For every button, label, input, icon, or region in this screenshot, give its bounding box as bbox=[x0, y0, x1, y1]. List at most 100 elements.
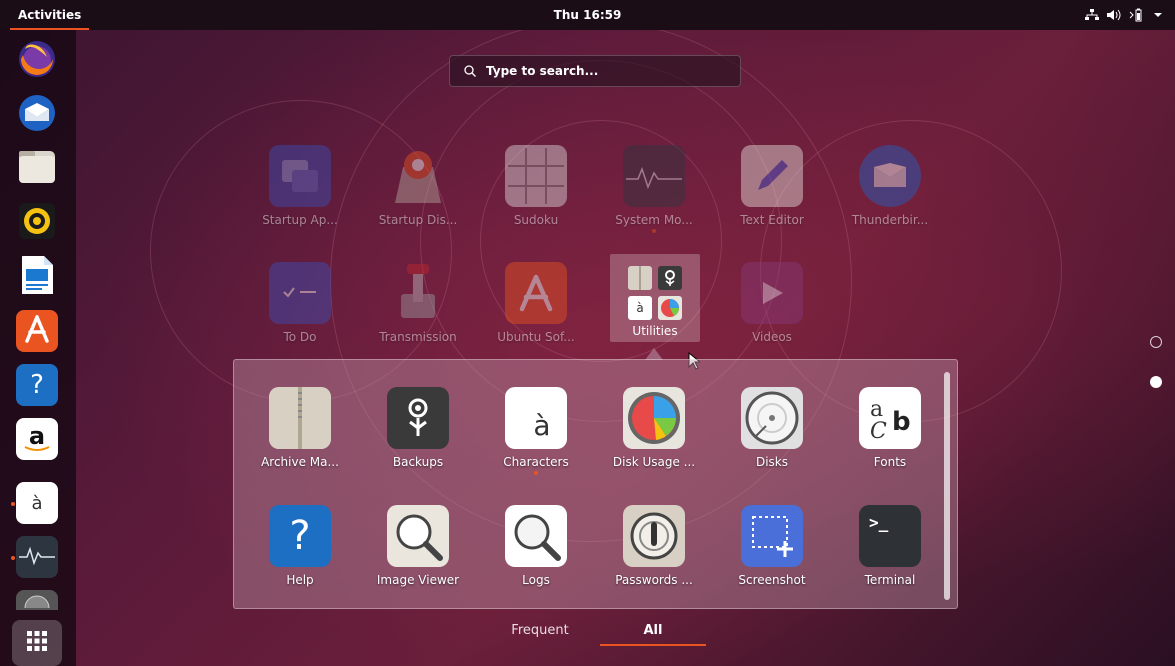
show-applications-button[interactable] bbox=[12, 620, 62, 666]
dock-writer[interactable] bbox=[16, 256, 58, 298]
app-label: Backups bbox=[392, 455, 444, 469]
archive-manager-icon bbox=[269, 387, 331, 449]
app-label: Startup Dis... bbox=[378, 213, 458, 227]
clock: Thu 16:59 bbox=[0, 0, 1175, 30]
app-label: Logs bbox=[522, 573, 550, 587]
app-startup-applications[interactable]: Startup Ap... bbox=[245, 145, 355, 227]
to-do-icon bbox=[269, 262, 331, 324]
app-characters[interactable]: à Characters bbox=[481, 387, 591, 475]
tab-frequent[interactable]: Frequent bbox=[500, 620, 580, 644]
dock-help[interactable]: ? bbox=[16, 364, 58, 406]
activities-button[interactable]: Activities bbox=[10, 0, 90, 30]
app-label: System Mo... bbox=[615, 213, 693, 227]
app-label: Sudoku bbox=[513, 213, 559, 227]
search-input[interactable] bbox=[484, 63, 728, 79]
system-monitor-icon bbox=[623, 145, 685, 207]
app-backups[interactable]: Backups bbox=[363, 387, 473, 469]
app-label: Terminal bbox=[864, 573, 916, 587]
dock-ubuntu-software[interactable] bbox=[16, 310, 58, 352]
dock-disk-usage[interactable] bbox=[16, 590, 58, 610]
app-label: Disk Usage ... bbox=[612, 455, 696, 469]
system-tray[interactable] bbox=[1085, 0, 1165, 30]
svg-text:C: C bbox=[870, 419, 887, 444]
thunderbird-icon bbox=[17, 94, 57, 136]
dock-amazon[interactable]: a bbox=[16, 418, 58, 460]
app-ubuntu-software[interactable]: Ubuntu Sof... bbox=[481, 262, 591, 344]
logs-icon bbox=[505, 505, 567, 567]
app-label: Passwords ... bbox=[615, 573, 693, 587]
software-icon bbox=[505, 262, 567, 324]
writer-icon bbox=[20, 256, 54, 298]
app-label: Image Viewer bbox=[376, 573, 460, 587]
app-logs[interactable]: Logs bbox=[481, 505, 591, 587]
menu-arrow-icon bbox=[1151, 8, 1165, 22]
videos-icon bbox=[741, 262, 803, 324]
startup-applications-icon bbox=[269, 145, 331, 207]
dock-firefox[interactable] bbox=[16, 40, 58, 82]
app-system-monitor[interactable]: System Mo... bbox=[599, 145, 709, 233]
dock-thunderbird[interactable] bbox=[16, 94, 58, 136]
app-sudoku[interactable]: Sudoku bbox=[481, 145, 591, 227]
page-indicator-2[interactable] bbox=[1150, 376, 1162, 388]
characters-icon: à bbox=[628, 296, 652, 320]
files-icon bbox=[18, 149, 56, 189]
app-label: Disks bbox=[755, 455, 789, 469]
app-label: Videos bbox=[752, 330, 792, 344]
app-label: Text Editor bbox=[740, 213, 804, 227]
dock-system-monitor[interactable] bbox=[16, 536, 58, 578]
page-indicator-1[interactable] bbox=[1150, 336, 1162, 348]
app-label: Characters bbox=[503, 455, 569, 469]
terminal-icon: >_ bbox=[859, 505, 921, 567]
app-to-do[interactable]: To Do bbox=[245, 262, 355, 344]
app-text-editor[interactable]: Text Editor bbox=[717, 145, 827, 227]
disk-usage-icon bbox=[658, 296, 682, 320]
search-icon bbox=[464, 62, 476, 81]
archive-manager-icon bbox=[628, 266, 652, 290]
dock: ? a à bbox=[0, 30, 76, 666]
app-label: Screenshot bbox=[738, 573, 806, 587]
help-icon: ? bbox=[30, 370, 44, 400]
app-disk-usage-analyzer[interactable]: Disk Usage ... bbox=[599, 387, 709, 469]
app-disks[interactable]: Disks bbox=[717, 387, 827, 469]
disks-icon bbox=[741, 387, 803, 449]
transmission-icon bbox=[387, 262, 449, 324]
app-videos[interactable]: Videos bbox=[717, 262, 827, 344]
app-passwords-and-keys[interactable]: Passwords ... bbox=[599, 505, 709, 587]
app-label: Archive Ma... bbox=[261, 455, 339, 469]
software-icon bbox=[22, 314, 52, 348]
app-help[interactable]: ? Help bbox=[245, 505, 355, 587]
characters-glyph: à bbox=[533, 408, 551, 442]
utilities-folder[interactable]: à Utilities bbox=[610, 254, 700, 342]
running-indicator bbox=[11, 556, 15, 560]
help-icon: ? bbox=[269, 505, 331, 567]
dock-files[interactable] bbox=[16, 148, 58, 190]
app-image-viewer[interactable]: Image Viewer bbox=[363, 505, 473, 587]
search-box[interactable] bbox=[449, 55, 741, 87]
app-archive-manager[interactable]: Archive Ma... bbox=[245, 387, 355, 469]
dock-characters[interactable]: à bbox=[16, 482, 58, 524]
backups-icon bbox=[387, 387, 449, 449]
screenshot-icon bbox=[741, 505, 803, 567]
clock-label[interactable]: Thu 16:59 bbox=[554, 8, 622, 22]
app-label: Utilities bbox=[632, 324, 678, 338]
top-bar: Activities Thu 16:59 bbox=[0, 0, 1175, 30]
app-thunderbird[interactable]: Thunderbir... bbox=[835, 145, 945, 227]
system-monitor-icon bbox=[19, 543, 55, 571]
utilities-folder-popup: Archive Ma... Backups à Characters Disk … bbox=[233, 359, 958, 609]
show-applications-icon bbox=[27, 631, 47, 655]
app-label: Thunderbir... bbox=[851, 213, 929, 227]
app-screenshot[interactable]: Screenshot bbox=[717, 505, 827, 587]
firefox-icon bbox=[17, 40, 57, 82]
app-terminal[interactable]: >_ Terminal bbox=[835, 505, 945, 587]
app-transmission[interactable]: Transmission bbox=[363, 262, 473, 344]
app-label: To Do bbox=[283, 330, 317, 344]
utilities-folder-preview: à bbox=[626, 264, 686, 324]
app-startup-disk[interactable]: Startup Dis... bbox=[363, 145, 473, 227]
app-label: Help bbox=[286, 573, 314, 587]
app-fonts[interactable]: aCb Fonts bbox=[835, 387, 945, 469]
text-editor-icon bbox=[741, 145, 803, 207]
dock-rhythmbox[interactable] bbox=[16, 202, 58, 244]
startup-disk-icon bbox=[387, 145, 449, 207]
tab-all[interactable]: All bbox=[600, 620, 706, 646]
help-glyph: ? bbox=[289, 513, 311, 559]
